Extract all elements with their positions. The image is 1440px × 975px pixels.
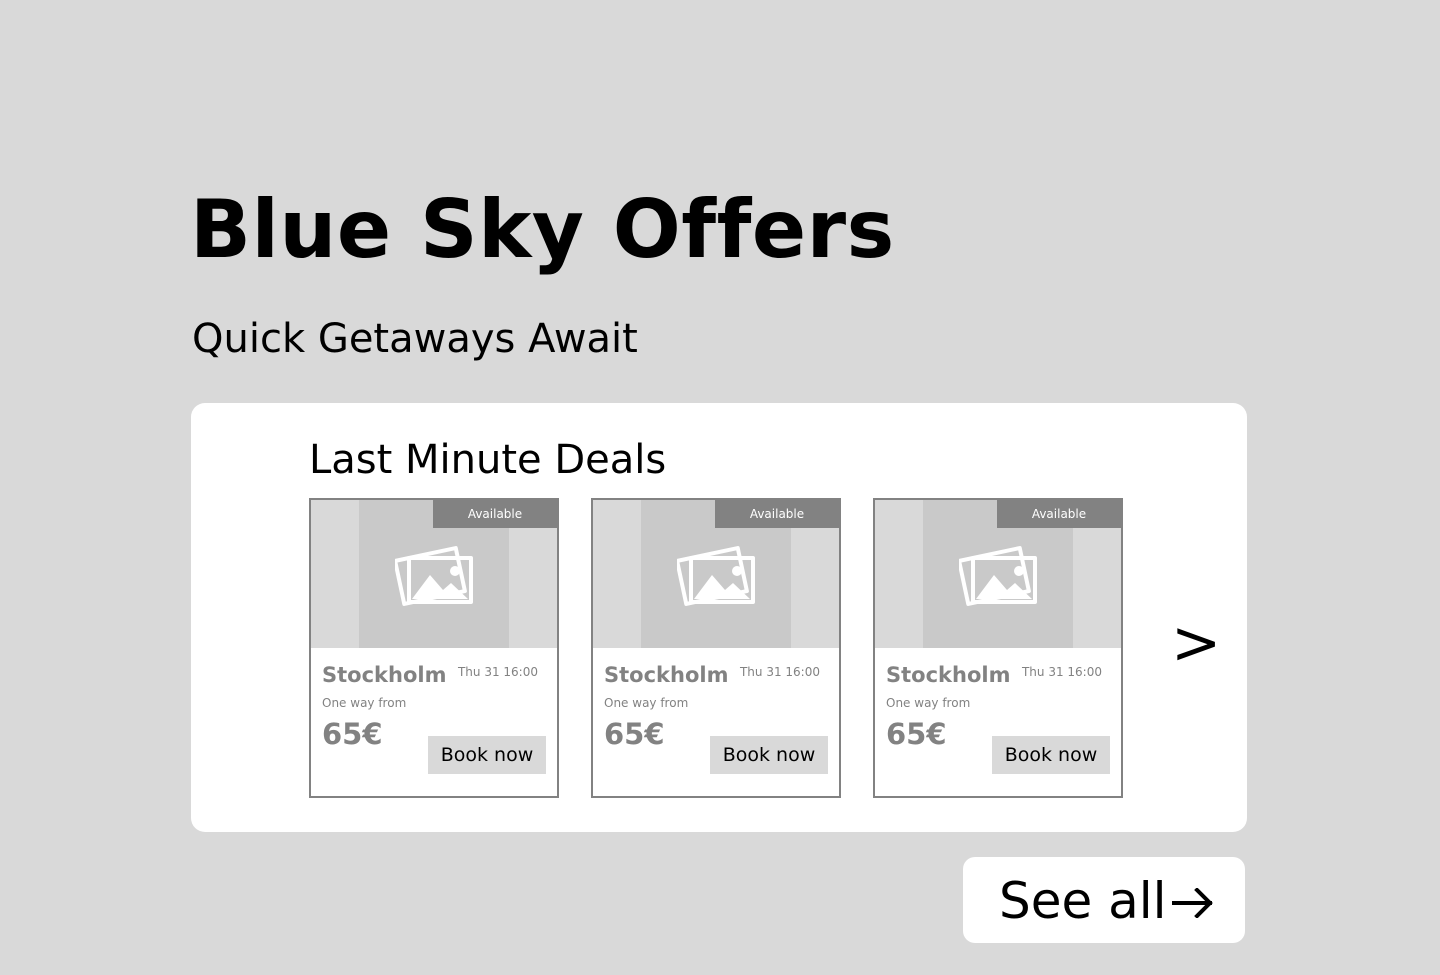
destination-city: Stockholm [604,663,729,687]
fare-label: One way from [322,696,407,710]
deals-panel: Last Minute Deals Available Stockholm Th… [191,403,1247,832]
book-now-button[interactable]: Book now [710,736,828,774]
destination-city: Stockholm [886,663,1011,687]
section-title: Last Minute Deals [309,437,667,483]
availability-badge: Available [433,500,557,528]
availability-badge: Available [997,500,1121,528]
deal-image: Available [593,500,839,648]
page-title: Blue Sky Offers [190,183,895,276]
departure-date: Thu 31 16:00 [457,665,538,679]
price: 65€ [604,717,665,751]
availability-badge: Available [715,500,839,528]
image-placeholder-icon [677,546,755,606]
deal-card[interactable]: Available Stockholm Thu 31 16:00 One way… [309,498,559,798]
departure-date: Thu 31 16:00 [739,665,820,679]
fare-label: One way from [886,696,971,710]
page-subtitle: Quick Getaways Await [192,316,638,362]
deal-image: Available [311,500,557,648]
carousel-next-icon[interactable]: > [1171,613,1221,673]
departure-date: Thu 31 16:00 [1021,665,1102,679]
see-all-button[interactable]: See all [963,857,1245,943]
book-now-button[interactable]: Book now [992,736,1110,774]
arrow-right-icon [1172,888,1213,918]
price: 65€ [322,717,383,751]
destination-city: Stockholm [322,663,447,687]
deal-image: Available [875,500,1121,648]
image-placeholder-icon [959,546,1037,606]
fare-label: One way from [604,696,689,710]
deal-card[interactable]: Available Stockholm Thu 31 16:00 One way… [873,498,1123,798]
see-all-label: See all [999,872,1167,930]
image-placeholder-icon [395,546,473,606]
deal-card[interactable]: Available Stockholm Thu 31 16:00 One way… [591,498,841,798]
price: 65€ [886,717,947,751]
book-now-button[interactable]: Book now [428,736,546,774]
